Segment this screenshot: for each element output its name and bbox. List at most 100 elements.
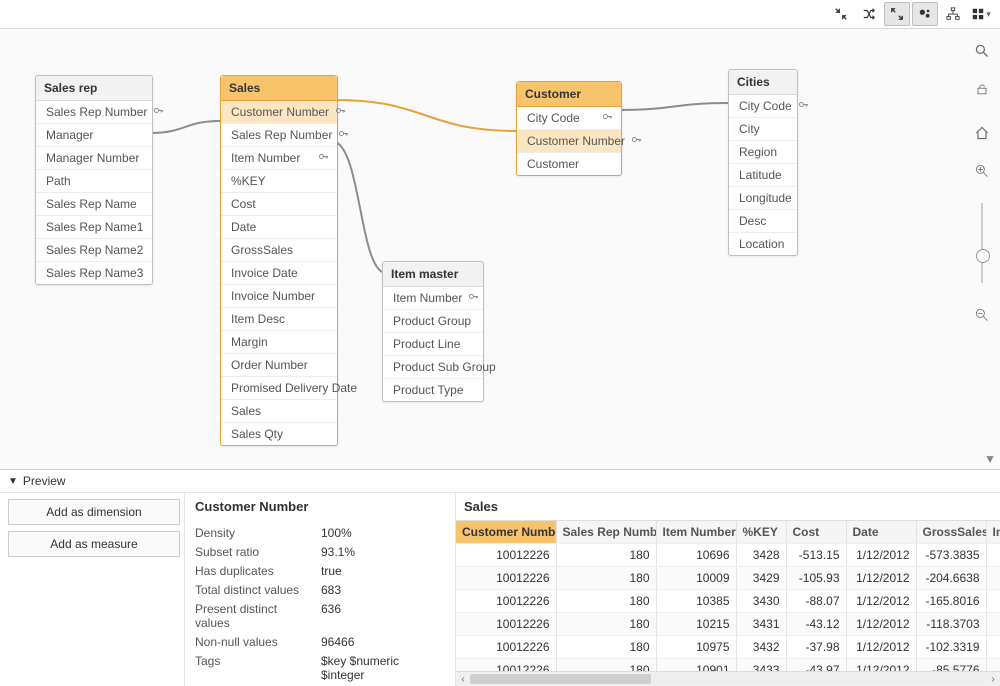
scroll-left-icon[interactable]: ‹ [456, 672, 470, 686]
entity-field[interactable]: Invoice Number [221, 285, 337, 308]
diagram-canvas[interactable]: ▼ Sales repSales Rep NumberManagerManage… [0, 29, 1000, 470]
entity-field[interactable]: Item Number [221, 147, 337, 170]
column-header[interactable]: Invoice Date [986, 521, 1000, 544]
entity-field[interactable]: Customer [517, 153, 621, 175]
entity-field[interactable]: Sales [221, 400, 337, 423]
entity-item_master[interactable]: Item masterItem NumberProduct GroupProdu… [382, 261, 484, 402]
entity-field[interactable]: Promised Delivery Date [221, 377, 337, 400]
tree-icon[interactable] [940, 2, 966, 26]
entity-field[interactable]: Latitude [729, 164, 797, 187]
entity-field[interactable]: City Code [517, 107, 621, 130]
table-row[interactable]: 10012226180103853430-88.071/12/2012-165.… [456, 590, 1000, 613]
entity-field[interactable]: Longitude [729, 187, 797, 210]
entity-field[interactable]: Product Line [383, 333, 483, 356]
entity-field[interactable]: Product Group [383, 310, 483, 333]
add-measure-button[interactable]: Add as measure [8, 531, 180, 557]
table-cell: -105.93 [786, 567, 846, 590]
entity-field[interactable]: Date [221, 216, 337, 239]
table-cell: -573.3835 [916, 544, 986, 567]
column-header[interactable]: GrossSales [916, 521, 986, 544]
zoom-thumb[interactable] [976, 249, 990, 263]
scroll-right-icon[interactable]: › [986, 672, 1000, 686]
entity-header[interactable]: Customer [517, 82, 621, 107]
column-header[interactable]: Cost [786, 521, 846, 544]
entity-field[interactable]: Location [729, 233, 797, 255]
entity-field[interactable]: Sales Rep Name2 [36, 239, 152, 262]
home-icon[interactable] [972, 123, 992, 143]
entity-sales[interactable]: SalesCustomer NumberSales Rep NumberItem… [220, 75, 338, 446]
key-icon [631, 134, 642, 148]
table-cell: 1/12/2012 [846, 544, 916, 567]
entity-header[interactable]: Sales rep [36, 76, 152, 101]
table-cell: -88.07 [786, 590, 846, 613]
data-grid[interactable]: Customer NumberSales Rep NumberItem Numb… [456, 520, 1000, 686]
zoom-in-icon[interactable] [972, 161, 992, 181]
horizontal-scrollbar[interactable]: ‹ › [456, 671, 1000, 686]
preview-table-name: Sales [456, 493, 1000, 520]
preview-title: Preview [23, 474, 66, 488]
table-cell: 10012226 [456, 636, 556, 659]
entity-header[interactable]: Item master [383, 262, 483, 287]
lock-icon[interactable] [972, 79, 992, 99]
entity-field[interactable]: City [729, 118, 797, 141]
entity-cities[interactable]: CitiesCity CodeCityRegionLatitudeLongitu… [728, 69, 798, 256]
table-row[interactable]: 10012226180100093429-105.931/12/2012-204… [456, 567, 1000, 590]
entity-field[interactable]: Sales Rep Name1 [36, 216, 152, 239]
add-dimension-button[interactable]: Add as dimension [8, 499, 180, 525]
table-cell: -37.98 [786, 636, 846, 659]
entity-field[interactable]: Sales Rep Number [36, 101, 152, 124]
expand-icon[interactable] [884, 2, 910, 26]
entity-customer[interactable]: CustomerCity CodeCustomer NumberCustomer [516, 81, 622, 176]
stat-row: Density100% [195, 526, 445, 540]
entity-field[interactable]: Item Desc [221, 308, 337, 331]
entity-header[interactable]: Cities [729, 70, 797, 95]
stat-row: Non-null values96466 [195, 635, 445, 649]
entity-field[interactable]: Desc [729, 210, 797, 233]
scroll-thumb[interactable] [470, 674, 651, 684]
key-icon [338, 128, 349, 142]
entity-field[interactable]: Manager [36, 124, 152, 147]
table-row[interactable]: 10012226180109753432-37.981/12/2012-102.… [456, 636, 1000, 659]
entity-field[interactable]: City Code [729, 95, 797, 118]
grid-icon[interactable]: ▾ [968, 2, 994, 26]
entity-field[interactable]: %KEY [221, 170, 337, 193]
entity-field[interactable]: Path [36, 170, 152, 193]
stat-row: Total distinct values683 [195, 583, 445, 597]
entity-field[interactable]: Cost [221, 193, 337, 216]
collapse-icon[interactable] [828, 2, 854, 26]
entity-sales_rep[interactable]: Sales repSales Rep NumberManagerManager … [35, 75, 153, 285]
entity-field[interactable]: Margin [221, 331, 337, 354]
preview-header[interactable]: ▼ Preview [0, 470, 1000, 493]
column-header[interactable]: Item Number [656, 521, 736, 544]
column-header[interactable]: Customer Number [456, 521, 556, 544]
entity-field[interactable]: Item Number [383, 287, 483, 310]
entity-field[interactable]: Customer Number [221, 101, 337, 124]
entity-field[interactable]: GrossSales [221, 239, 337, 262]
table-row[interactable]: 10012226180102153431-43.121/12/2012-118.… [456, 613, 1000, 636]
entity-field[interactable]: Manager Number [36, 147, 152, 170]
column-header[interactable]: Sales Rep Number [556, 521, 656, 544]
search-icon[interactable] [972, 41, 992, 61]
entity-field[interactable]: Customer Number [517, 130, 621, 153]
entity-field[interactable]: Sales Rep Name [36, 193, 152, 216]
entity-field[interactable]: Sales Rep Name3 [36, 262, 152, 284]
entity-field[interactable]: Sales Rep Number [221, 124, 337, 147]
column-header[interactable]: %KEY [736, 521, 786, 544]
shuffle-icon[interactable] [856, 2, 882, 26]
table-row[interactable]: 10012226180106963428-513.151/12/2012-573… [456, 544, 1000, 567]
entity-field[interactable]: Order Number [221, 354, 337, 377]
entity-header[interactable]: Sales [221, 76, 337, 101]
table-cell: -43.12 [786, 613, 846, 636]
entity-field[interactable]: Invoice Date [221, 262, 337, 285]
entity-field[interactable]: Sales Qty [221, 423, 337, 445]
zoom-slider[interactable] [981, 203, 983, 283]
table-cell: 180 [556, 567, 656, 590]
entity-field[interactable]: Product Type [383, 379, 483, 401]
zoom-out-icon[interactable] [972, 305, 992, 325]
entity-field[interactable]: Product Sub Group [383, 356, 483, 379]
entity-field[interactable]: Region [729, 141, 797, 164]
chevron-down-icon: ▼ [8, 476, 18, 487]
preview-toggle-icon[interactable]: ▼ [984, 452, 996, 466]
column-header[interactable]: Date [846, 521, 916, 544]
bubble-icon[interactable] [912, 2, 938, 26]
